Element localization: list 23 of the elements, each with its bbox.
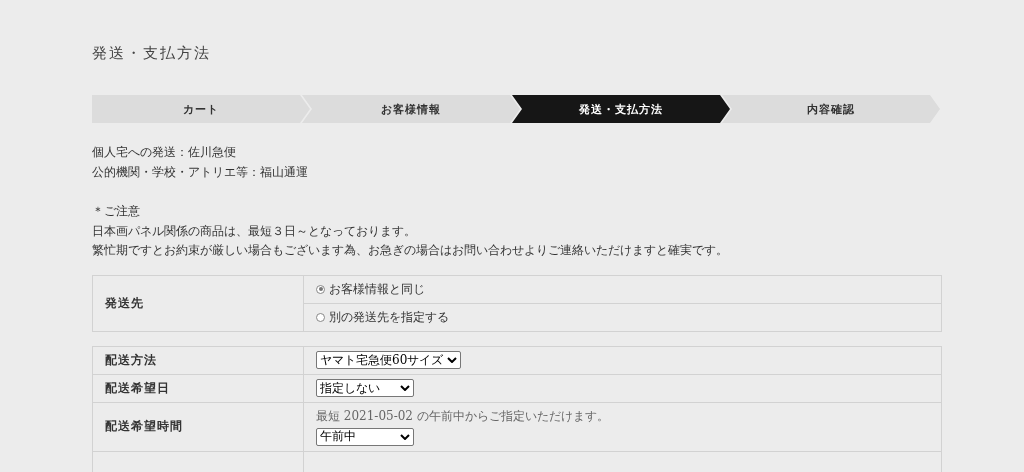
carrier-info: 個人宅への発送：佐川急便 [92,144,236,161]
delivery-note: 最短 2021-05-02 の午前中からご指定いただけます。 [316,407,609,425]
checkout-step: カート [92,95,310,123]
checkout-step: お客様情報 [302,95,520,123]
notice-text: 繁忙期ですとお約束が厳しい場合もございます為、お急ぎの場合はお問い合わせよりご連絡いただけますと確実です。 [92,242,728,259]
radio-option[interactable]: 別の発送先を指定する [316,308,449,326]
dropdown-field[interactable]: 指定しない [316,379,414,397]
row-label: 発送先 [105,295,144,310]
caret-icon [447,357,458,363]
checkout-step: 内容確認 [722,95,940,123]
notice-text: 日本画パネル関係の商品は、最短３日～となっております。 [92,222,416,240]
carrier-info: 公的機関・学校・アトリエ等：福山通運 [92,163,308,181]
caret-icon [400,433,410,440]
radio-option[interactable]: お客様情報と同じ [316,280,425,298]
dropdown-field[interactable]: ヤマト宅急便60サイズ [316,351,462,369]
caret-icon [400,385,410,391]
row-label: 配送希望時間 [105,419,183,433]
notice-heading: ＊ご注意 [92,203,140,220]
checkout-step: 発送・支払方法 [512,95,730,123]
dropdown-field[interactable]: 午前中 [316,427,414,446]
page-title: 発送・支払方法 [92,44,212,63]
row-label: 配送方法 [105,352,157,367]
row-label: 配送希望日 [105,380,170,395]
